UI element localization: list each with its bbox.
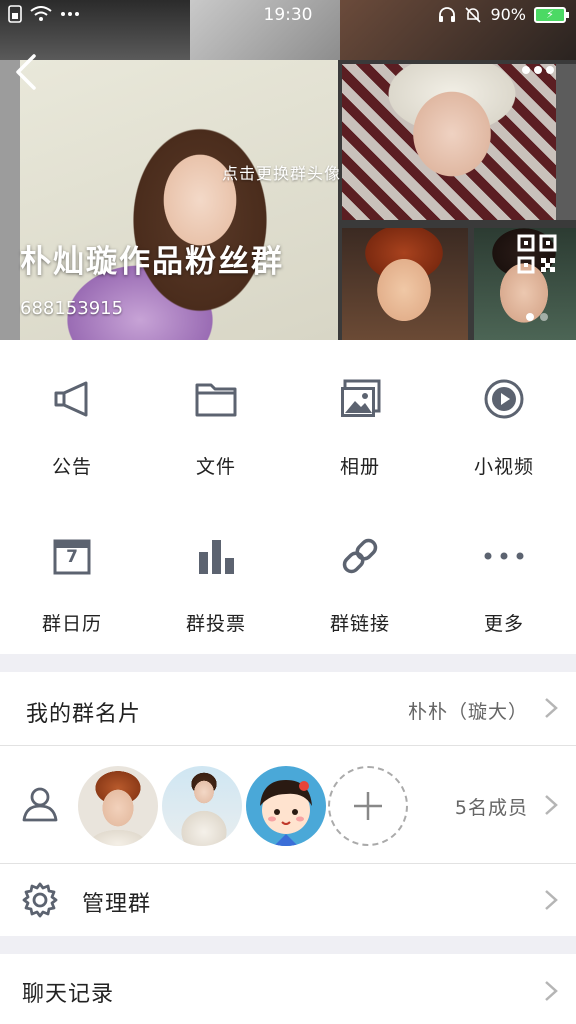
cover-photo <box>556 64 576 220</box>
grid-item-album[interactable]: 相册 <box>288 340 432 497</box>
member-avatar[interactable] <box>246 766 326 846</box>
grid-label: 更多 <box>483 613 524 635</box>
grid-label: 群投票 <box>185 613 246 635</box>
group-name: 朴灿璇作品粉丝群 <box>20 244 284 280</box>
chat-history-row[interactable]: 聊天记录 <box>0 954 576 1024</box>
chat-history-title: 聊天记录 <box>22 982 115 1007</box>
manage-group-title: 管理群 <box>82 892 152 917</box>
group-cover[interactable]: 19:30 90% ⚡ 点击更换群头像 朴灿璇作品粉丝群 688153915 <box>0 0 576 340</box>
chevron-right-icon <box>545 890 558 910</box>
more-icon <box>483 535 525 577</box>
battery-percent: 90% <box>490 5 526 24</box>
folder-icon <box>195 378 237 420</box>
chevron-right-icon <box>545 795 558 815</box>
my-group-card-row[interactable]: 我的群名片 朴朴（璇大） <box>0 672 576 745</box>
change-avatar-hint[interactable]: 点击更换群头像 <box>222 160 341 184</box>
cover-pager <box>526 313 548 321</box>
calendar-icon: 7 <box>51 535 93 577</box>
grid-label: 群日历 <box>41 613 102 635</box>
cover-photo <box>342 64 556 220</box>
grid-item-poll[interactable]: 群投票 <box>144 497 288 654</box>
poll-icon <box>195 535 237 577</box>
gear-icon <box>22 882 58 918</box>
members-row[interactable]: 5名成员 <box>0 746 576 863</box>
status-right: 90% ⚡ <box>438 5 569 24</box>
member-count: 5名成员 <box>454 797 528 819</box>
grid-item-files[interactable]: 文件 <box>144 340 288 497</box>
add-member-button[interactable] <box>328 766 408 846</box>
grid-label: 群链接 <box>329 613 390 635</box>
headset-icon <box>439 6 456 22</box>
manage-group-row[interactable]: 管理群 <box>0 864 576 936</box>
cover-photo <box>0 60 20 340</box>
qr-code-icon[interactable] <box>517 234 557 274</box>
cover-photo <box>342 228 468 340</box>
my-group-card-title: 我的群名片 <box>26 702 142 727</box>
back-arrow-icon[interactable] <box>12 52 42 92</box>
plus-icon <box>354 792 382 820</box>
more-options-button[interactable] <box>522 60 562 80</box>
grid-item-announcement[interactable]: 公告 <box>0 340 144 497</box>
grid-label: 文件 <box>195 456 236 478</box>
member-avatar[interactable] <box>78 766 158 846</box>
chevron-right-icon <box>545 981 558 1001</box>
group-id: 688153915 <box>20 298 124 319</box>
album-icon <box>339 378 381 420</box>
status-bar: 19:30 90% ⚡ <box>0 0 576 30</box>
grid-label: 小视频 <box>473 456 534 478</box>
battery-icon: ⚡ <box>534 6 569 23</box>
grid-item-more[interactable]: 更多 <box>432 497 576 654</box>
member-avatar[interactable] <box>162 766 242 846</box>
link-icon <box>339 535 381 577</box>
calendar-day: 7 <box>66 547 78 567</box>
grid-label: 公告 <box>51 456 92 478</box>
chevron-right-icon <box>545 698 558 718</box>
grid-item-link[interactable]: 群链接 <box>288 497 432 654</box>
grid-item-calendar[interactable]: 7 群日历 <box>0 497 144 654</box>
my-group-card-value: 朴朴（璇大） <box>407 701 528 723</box>
grid-item-short-video[interactable]: 小视频 <box>432 340 576 497</box>
mute-bell-icon <box>465 6 482 23</box>
video-icon <box>483 378 525 420</box>
grid-label: 相册 <box>339 456 380 478</box>
megaphone-icon <box>51 378 93 420</box>
group-function-grid: 公告 文件 相册 小视频 7 群日历 群投票 群链接 更多 <box>0 340 576 654</box>
members-icon <box>22 787 58 822</box>
